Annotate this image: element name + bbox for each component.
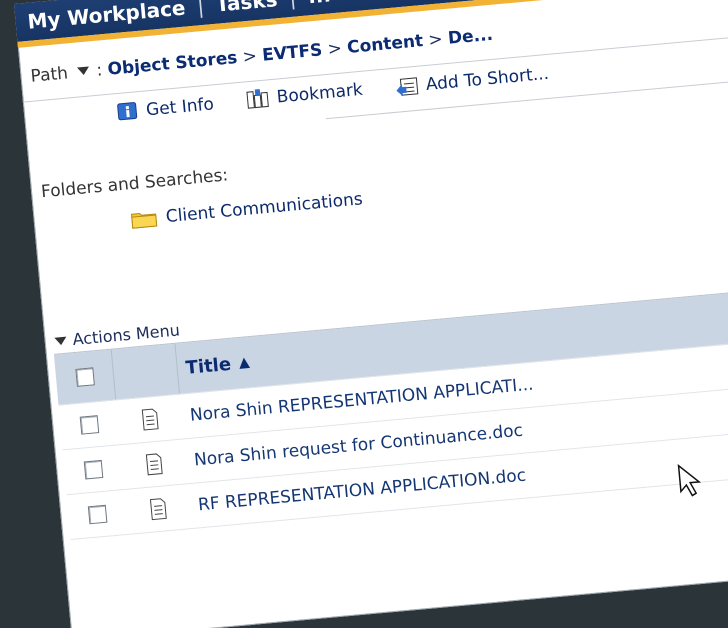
folders-and-searches-label: Folders and Searches: xyxy=(40,165,229,203)
nav-separator: | xyxy=(288,0,297,10)
bookmark-button[interactable]: Bookmark xyxy=(244,78,364,113)
document-icon xyxy=(141,408,159,431)
nav-tasks[interactable]: Tasks xyxy=(215,0,279,17)
folder-item[interactable]: Client Communications xyxy=(129,189,364,230)
collapse-triangle-icon xyxy=(54,336,68,346)
document-icon xyxy=(145,453,163,476)
select-all-checkbox[interactable] xyxy=(74,367,95,387)
path-dropdown-icon[interactable] xyxy=(76,66,90,76)
breadcrumb-object-stores[interactable]: Object Stores xyxy=(107,48,238,80)
get-info-label: Get Info xyxy=(145,94,215,121)
nav-more[interactable]: ... xyxy=(307,0,332,8)
breadcrumb-content[interactable]: Content xyxy=(346,31,424,58)
bookmark-label: Bookmark xyxy=(275,79,364,108)
bookmark-icon xyxy=(246,89,270,109)
shortcut-icon xyxy=(396,77,419,97)
screen: My Workplace | Tasks | ... Path : Object… xyxy=(0,0,728,628)
header-checkbox-cell xyxy=(53,349,117,405)
mouse-pointer-icon xyxy=(677,463,702,497)
row-checkbox[interactable] xyxy=(79,415,100,435)
get-info-button[interactable]: Get Info xyxy=(115,93,215,124)
add-to-shortcuts-label: Add To Short... xyxy=(424,63,550,95)
sort-ascending-icon[interactable]: ▲ xyxy=(238,354,250,371)
application-window: My Workplace | Tasks | ... Path : Object… xyxy=(14,0,728,628)
nav-my-workplace[interactable]: My Workplace xyxy=(27,0,187,34)
add-to-shortcuts-button[interactable]: Add To Short... xyxy=(393,63,550,99)
folder-name: Client Communications xyxy=(165,189,364,228)
row-checkbox[interactable] xyxy=(87,504,108,525)
row-checkbox[interactable] xyxy=(83,459,104,480)
title-header-label: Title xyxy=(184,353,232,379)
path-label: Path xyxy=(29,63,69,87)
nav-separator: | xyxy=(196,0,206,19)
document-icon xyxy=(149,498,167,521)
breadcrumb-evtfs[interactable]: EVTFS xyxy=(261,40,323,65)
info-icon xyxy=(117,102,138,121)
breadcrumb-current[interactable]: De... xyxy=(447,25,494,49)
header-icon-cell xyxy=(111,343,180,400)
folder-icon xyxy=(130,212,158,229)
